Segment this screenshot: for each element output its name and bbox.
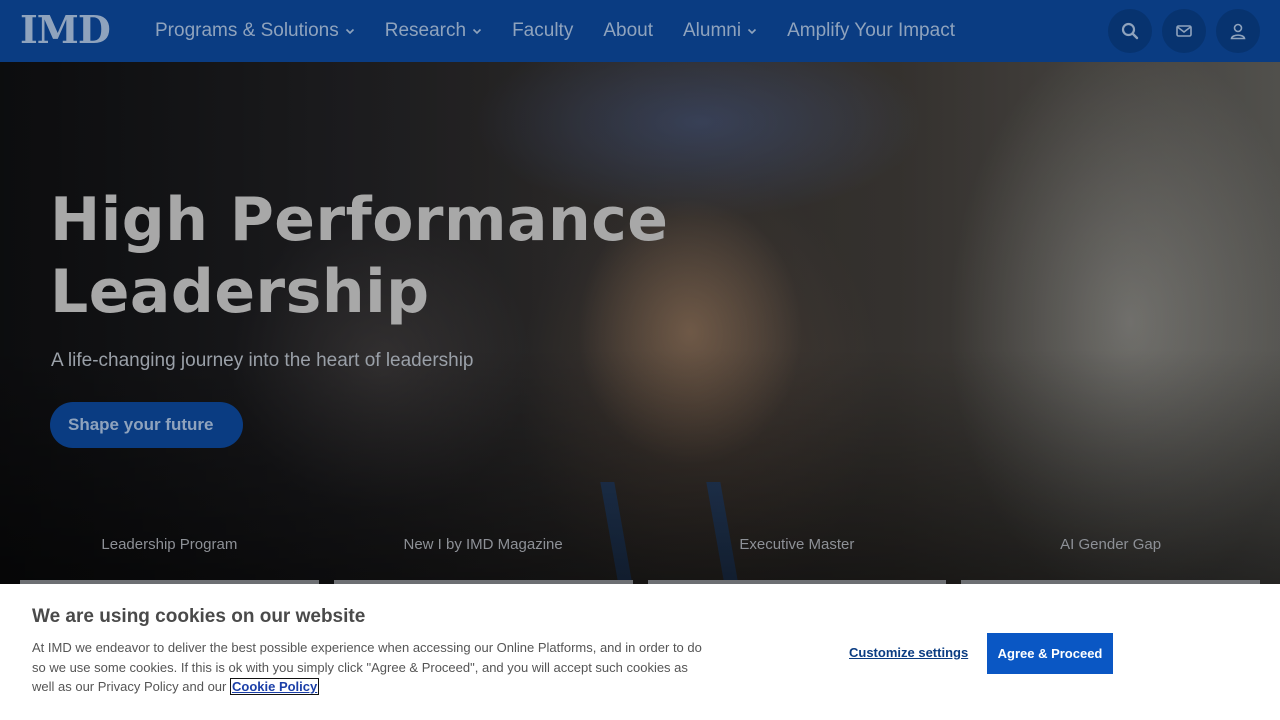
quicklink-executive-master[interactable]: Executive Master: [647, 532, 947, 584]
nav-item-amplify-your-impact[interactable]: Amplify Your Impact: [787, 20, 955, 42]
nav-item-faculty[interactable]: Faculty: [512, 20, 573, 42]
nav-item-programs-solutions[interactable]: Programs & Solutions: [155, 20, 355, 42]
site-header: IMD Programs & Solutions Research Facult…: [0, 0, 1280, 62]
agree-proceed-button[interactable]: Agree & Proceed: [987, 633, 1113, 674]
cookie-policy-link[interactable]: Cookie Policy: [229, 678, 320, 695]
user-icon: [1230, 23, 1246, 40]
nav-item-about[interactable]: About: [603, 20, 653, 42]
hero-quicklinks: Leadership Program New I by IMD Magazine…: [20, 532, 1260, 584]
cookie-text: At IMD we endeavor to deliver the best p…: [32, 638, 702, 697]
mail-icon: [1176, 25, 1192, 37]
hero-title-line: High Performance: [50, 185, 669, 255]
cookie-banner: We are using cookies on our website At I…: [0, 584, 1280, 720]
nav-item-research[interactable]: Research: [385, 20, 482, 42]
nav-item-label: Programs & Solutions: [155, 20, 339, 41]
nav-item-label: Faculty: [512, 20, 574, 41]
header-actions: [1108, 9, 1260, 53]
search-button[interactable]: [1108, 9, 1152, 53]
search-icon: [1121, 22, 1139, 40]
quicklink-label: AI Gender Gap: [1060, 536, 1162, 553]
quicklink-i-by-imd-magazine[interactable]: New I by IMD Magazine: [333, 532, 633, 584]
quicklink-label: Leadership Program: [101, 536, 238, 553]
account-button[interactable]: [1216, 9, 1260, 53]
hero-subtitle: A life-changing journey into the heart o…: [51, 350, 474, 371]
hero-title-line: Leadership: [50, 257, 430, 327]
hero-title: High Performance Leadership: [50, 184, 670, 328]
chevron-down-icon: [345, 26, 355, 36]
shape-your-future-button[interactable]: Shape your future: [50, 402, 243, 448]
customize-settings-button[interactable]: Customize settings: [849, 645, 968, 660]
contact-button[interactable]: [1162, 9, 1206, 53]
quicklink-label: Executive Master: [739, 536, 855, 553]
nav-item-label: Alumni: [682, 20, 742, 41]
cookie-title: We are using cookies on our website: [32, 606, 366, 627]
imd-logo[interactable]: IMD: [20, 11, 112, 49]
main-nav: Programs & Solutions Research Faculty Ab…: [155, 0, 985, 62]
hero-section: High Performance Leadership A life-chang…: [0, 62, 1280, 584]
nav-item-label: Research: [384, 20, 467, 41]
quicklink-leadership-program[interactable]: Leadership Program: [20, 532, 319, 584]
cookie-body-text: At IMD we endeavor to deliver the best p…: [32, 640, 702, 694]
quicklink-ai-gender-gap[interactable]: AI Gender Gap: [961, 532, 1260, 584]
quicklink-label: New I by IMD Magazine: [403, 536, 563, 553]
nav-item-label: Amplify Your Impact: [787, 20, 955, 41]
nav-item-alumni[interactable]: Alumni: [683, 20, 757, 42]
chevron-down-icon: [472, 26, 482, 36]
nav-item-label: About: [603, 20, 653, 41]
chevron-down-icon: [747, 26, 757, 36]
